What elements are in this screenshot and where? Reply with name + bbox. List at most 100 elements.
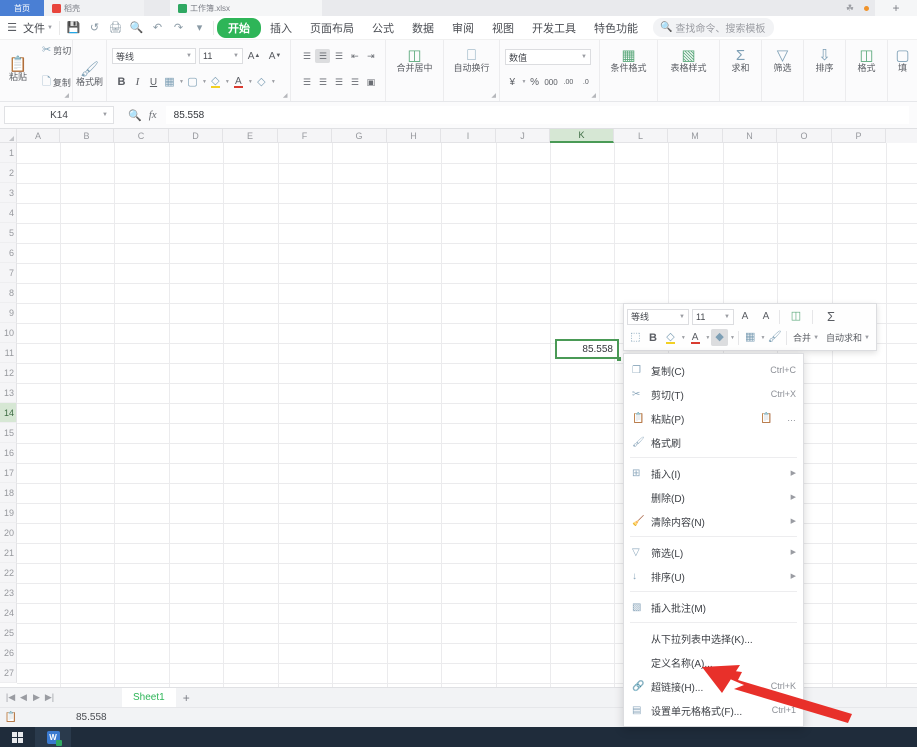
justify-button[interactable]: ☰ [347,75,362,89]
row-header-9[interactable]: 9 [0,303,17,323]
column-header-J[interactable]: J [496,129,550,143]
cloud-sync-icon[interactable]: ☘ [846,3,854,14]
align-center-button[interactable]: ☰ [315,75,330,89]
align-middle-button[interactable]: ☰ [315,49,331,63]
search-box[interactable]: 🔍 查找命令、搜索模板 [652,18,775,37]
print-direct-icon[interactable]: ↺ [84,21,105,34]
decrease-decimal-button[interactable]: .0 [578,74,594,90]
mini-font-color-button[interactable]: A [687,329,704,346]
font-size-select[interactable]: 11 ▼ [199,48,243,64]
mini-merge-icon-button[interactable]: ◫ [783,308,809,325]
format-button[interactable]: ◫ 格式 [851,48,883,73]
fill-button[interactable]: ▢ 填 [887,48,917,73]
column-header-B[interactable]: B [60,129,114,143]
context-menu-item-13[interactable]: ▤ 设置单元格格式(F)... Ctrl+1 [624,698,803,722]
mini-font-name-select[interactable]: 等线 ▼ [627,308,689,325]
comma-style-button[interactable]: 000 [543,74,559,90]
formula-input[interactable]: 85.558 [165,106,909,124]
save-icon[interactable]: 💾 [63,21,84,34]
row-header-16[interactable]: 16 [0,443,17,463]
number-format-select[interactable]: 数值 ▼ [505,49,591,65]
chevron-down-icon[interactable]: ▼ [179,79,184,85]
row-header-6[interactable]: 6 [0,243,17,263]
column-header-K[interactable]: K [550,129,614,143]
row-header-27[interactable]: 27 [0,663,17,683]
row-header-19[interactable]: 19 [0,503,17,523]
redo-icon[interactable]: ↷ [168,21,189,34]
row-header-4[interactable]: 4 [0,203,17,223]
tab-home[interactable]: 首页 [0,0,44,16]
mini-borders-button[interactable]: ▦ [742,329,759,346]
context-menu-item-7[interactable]: ▽ 筛选(L) ▶ [624,540,803,564]
column-header-L[interactable]: L [614,129,668,143]
row-header-20[interactable]: 20 [0,523,17,543]
new-tab-button[interactable]: + [875,0,917,16]
column-header-A[interactable]: A [17,129,60,143]
undo-icon[interactable]: ↶ [147,21,168,34]
increase-font-size-button[interactable]: A ▲ [244,48,264,64]
hamburger-menu-icon[interactable]: ☰ [4,21,20,34]
chevron-down-icon[interactable]: ▼ [225,79,230,85]
align-bottom-button[interactable]: ☰ [331,49,346,63]
row-header-12[interactable]: 12 [0,363,17,383]
row-header-22[interactable]: 22 [0,563,17,583]
context-menu-item-8[interactable]: ↓ 排序(U) ▶ [624,564,803,588]
selected-cell-K14[interactable]: 85.558 [555,339,619,359]
paste-more-options[interactable]: … [787,413,796,423]
row-header-14[interactable]: 14 [0,403,17,423]
magnifier-icon[interactable]: 🔍 [128,109,142,122]
decrease-indent-button[interactable]: ⇤ [347,49,362,63]
ribbon-tab-formula[interactable]: 公式 [363,18,403,38]
row-header-18[interactable]: 18 [0,483,17,503]
bold-button[interactable]: B [114,74,129,90]
ribbon-tab-review[interactable]: 审阅 [443,18,483,38]
column-header-P[interactable]: P [832,129,886,143]
row-header-24[interactable]: 24 [0,603,17,623]
column-header-N[interactable]: N [723,129,777,143]
row-header-1[interactable]: 1 [0,143,17,163]
chevron-down-icon[interactable]: ▼ [681,335,686,341]
row-header-21[interactable]: 21 [0,543,17,563]
context-menu-item-12[interactable]: 🔗 超链接(H)... Ctrl+K [624,674,803,698]
mini-bold-button[interactable]: B [645,329,662,346]
mini-format-brush-button[interactable]: 🖌 [766,329,783,346]
fill-color-button[interactable]: ▢ [185,74,200,90]
conditional-format-button[interactable]: ▦ 条件格式 [602,48,656,73]
chevron-down-icon[interactable]: ▼ [705,335,710,341]
ribbon-tab-developer[interactable]: 开发工具 [523,18,585,38]
fill-handle[interactable] [617,357,621,361]
orientation-button[interactable]: ▣ [363,75,378,89]
prev-sheet-button[interactable]: ◀ [17,692,30,703]
select-all-corner[interactable] [0,129,17,143]
mini-autosum-icon-button[interactable]: Σ [816,308,846,325]
context-menu-item-10[interactable]: 从下拉列表中选择(K)... [624,626,803,650]
row-header-3[interactable]: 3 [0,183,17,203]
row-header-23[interactable]: 23 [0,583,17,603]
clipboard-dialog-launcher[interactable]: ◢ [64,92,69,99]
chevron-down-icon[interactable]: ▼ [761,335,766,341]
column-header-F[interactable]: F [278,129,332,143]
file-menu[interactable]: 文件 ▼ [20,20,56,36]
increase-decimal-button[interactable]: .00 [560,74,576,90]
column-header-E[interactable]: E [223,129,278,143]
mini-increase-font-button[interactable]: A [735,308,755,325]
row-header-5[interactable]: 5 [0,223,17,243]
column-header-H[interactable]: H [387,129,441,143]
merge-center-button[interactable]: ◫ 合并居中 [388,48,442,73]
cut-button[interactable]: ✂ 剪切 [39,43,74,58]
italic-button[interactable]: I [130,74,145,90]
format-painter-button[interactable]: 🖌 格式刷 [74,62,106,87]
ribbon-tab-special[interactable]: 特色功能 [585,18,647,38]
ribbon-tab-insert[interactable]: 插入 [261,18,301,38]
align-right-button[interactable]: ☰ [331,75,346,89]
windows-start-button[interactable] [0,731,35,743]
row-header-15[interactable]: 15 [0,423,17,443]
underline-button[interactable]: U [146,74,161,90]
row-header-11[interactable]: 11 [0,343,17,363]
font-name-select[interactable]: 等线 ▼ [112,48,196,64]
borders-button[interactable]: ▦ [162,74,177,90]
highlight-color-button[interactable]: ◇ [208,74,223,90]
chevron-down-icon[interactable]: ▼ [271,79,276,85]
context-menu-item-0[interactable]: ❐ 复制(C) Ctrl+C [624,358,803,382]
row-header-13[interactable]: 13 [0,383,17,403]
